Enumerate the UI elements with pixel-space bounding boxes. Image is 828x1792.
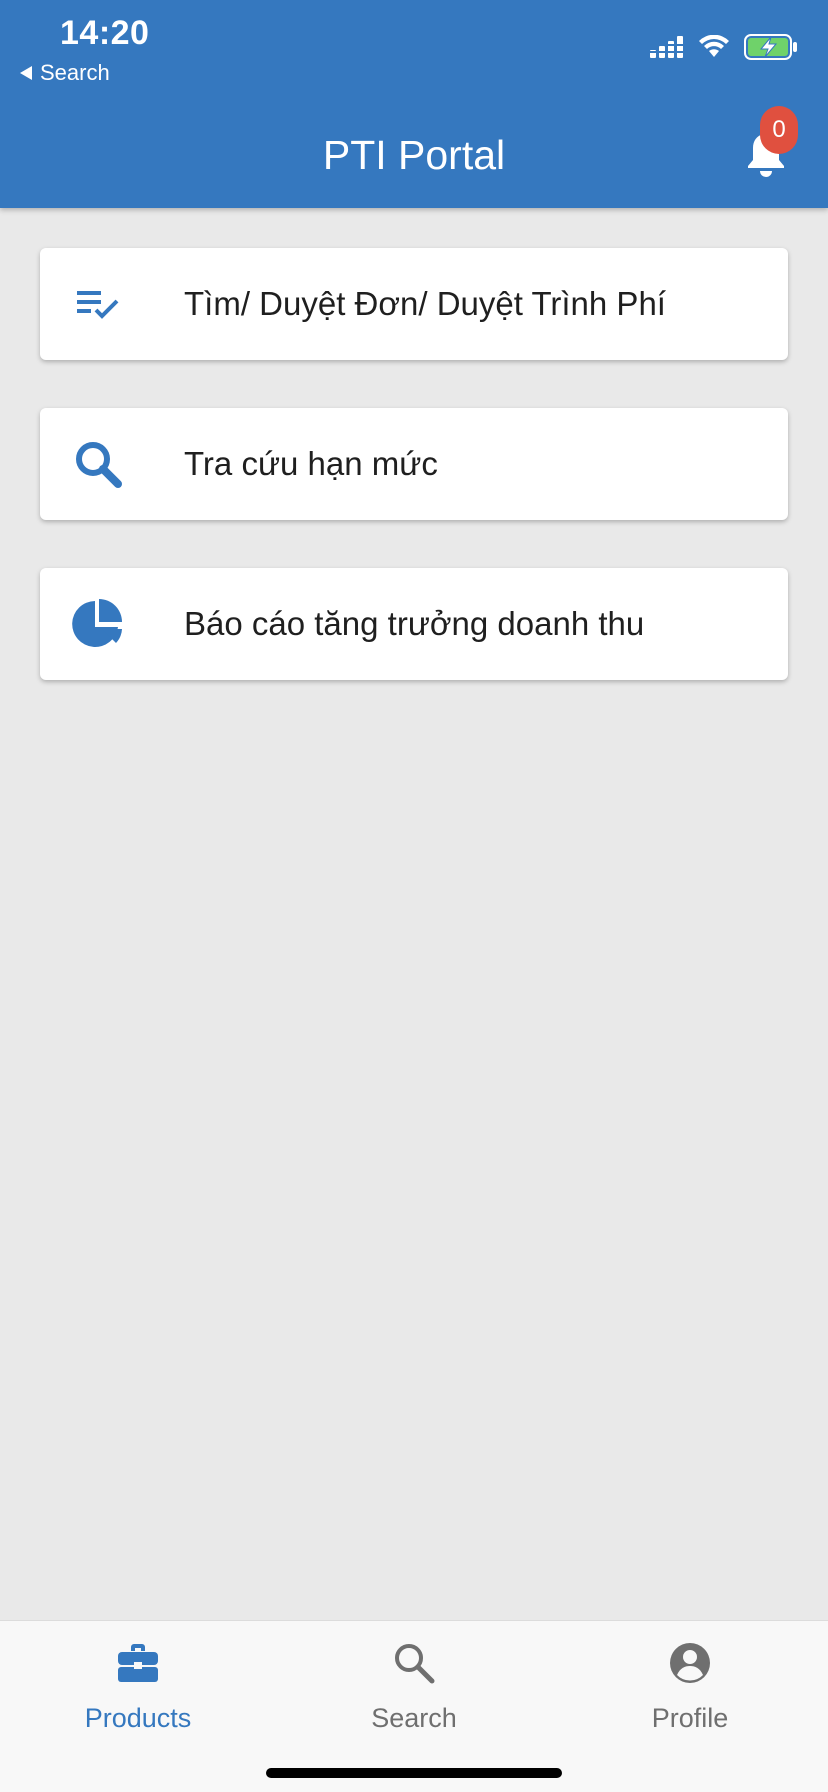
wifi-icon <box>699 35 729 57</box>
tab-profile[interactable]: Profile <box>552 1639 828 1749</box>
status-time: 14:20 <box>60 14 150 52</box>
tab-search[interactable]: Search <box>276 1639 552 1749</box>
menu-item-label: Báo cáo tăng trưởng doanh thu <box>184 605 645 642</box>
briefcase-icon <box>118 1644 158 1682</box>
menu-item-revenue-growth-report[interactable]: Báo cáo tăng trưởng doanh thu <box>40 568 788 680</box>
back-to-search-link[interactable]: Search <box>20 60 110 86</box>
tab-products[interactable]: Products <box>0 1639 276 1749</box>
menu-item-label: Tìm/ Duyệt Đơn/ Duyệt Trình Phí <box>184 285 666 322</box>
menu-item-approve-orders[interactable]: Tìm/ Duyệt Đơn/ Duyệt Trình Phí <box>40 248 788 360</box>
menu-item-label: Tra cứu hạn mức <box>184 445 438 482</box>
search-icon <box>395 1644 435 1684</box>
account-circle-icon <box>670 1643 710 1683</box>
battery-charging-icon <box>744 34 797 60</box>
bottom-tab-bar: Products Search Profile <box>0 1620 828 1792</box>
tab-label: Profile <box>651 1703 729 1733</box>
menu-item-credit-limit-lookup[interactable]: Tra cứu hạn mức <box>40 408 788 520</box>
tab-label: Search <box>371 1703 457 1733</box>
cellular-signal-icon <box>650 36 683 58</box>
page-title: PTI Portal <box>322 132 506 178</box>
list-check-icon <box>70 276 126 332</box>
search-icon <box>70 436 126 492</box>
home-indicator <box>266 1768 562 1778</box>
notification-badge: 0 <box>760 106 798 154</box>
status-icons <box>650 34 798 60</box>
tab-label: Products <box>84 1703 192 1733</box>
back-label: Search <box>40 60 110 85</box>
pie-chart-icon <box>70 596 126 652</box>
app-header: 14:20 Search PTI Portal 0 <box>0 0 828 208</box>
back-arrow-icon <box>20 66 32 80</box>
